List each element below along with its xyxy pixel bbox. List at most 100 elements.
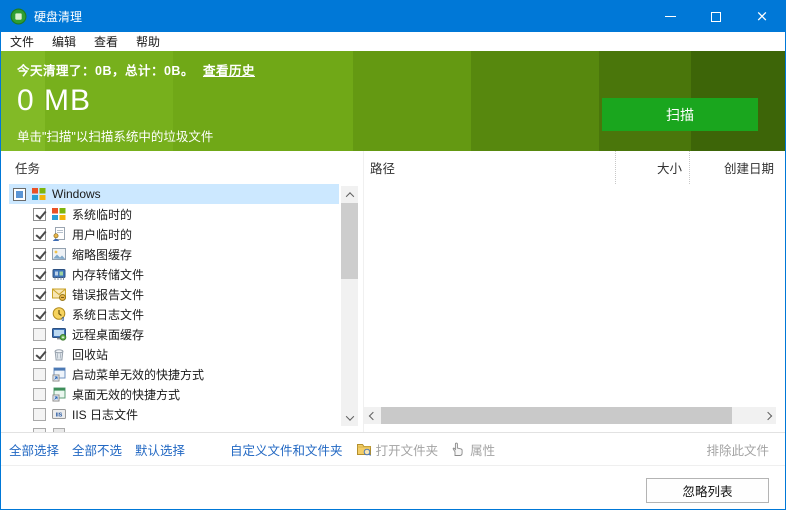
system-log-icon: 0 — [51, 306, 67, 322]
tree-item-user-temp[interactable]: 用户临时的 — [9, 224, 339, 244]
menu-file[interactable]: 文件 — [1, 32, 43, 51]
column-header-path[interactable]: 路径 — [364, 151, 615, 184]
list-horizontal-scrollbar[interactable] — [364, 407, 776, 424]
tree-item-label: 远程桌面缓存 — [72, 326, 144, 343]
checkbox-user-temp[interactable] — [33, 228, 46, 241]
tree-item-remote-desktop[interactable]: 远程桌面缓存 — [9, 324, 339, 344]
windows-logo-icon — [31, 186, 47, 202]
tree-item-iis-log[interactable]: IIS IIS 日志文件 — [9, 404, 339, 424]
tasks-header: 任务 — [9, 151, 358, 184]
scroll-up-button[interactable] — [341, 186, 358, 203]
minimize-icon — [665, 16, 676, 17]
tree-item-error-report[interactable]: 错误报告文件 — [9, 284, 339, 304]
maximize-button[interactable] — [693, 1, 739, 32]
tree-item-startmenu-shortcut[interactable]: 启动菜单无效的快捷方式 — [9, 364, 339, 384]
close-button[interactable]: × — [739, 1, 785, 32]
broken-shortcut-2-icon — [51, 386, 67, 402]
checkbox-desktop-shortcut[interactable] — [33, 388, 46, 401]
menu-edit[interactable]: 编辑 — [43, 32, 85, 51]
select-none-link[interactable]: 全部不选 — [72, 440, 122, 459]
svg-text:IIS: IIS — [56, 413, 63, 419]
tree-item-system-temp[interactable]: 系统临时的 — [9, 204, 339, 224]
iis-log-icon: IIS — [51, 406, 67, 422]
minimize-button[interactable] — [647, 1, 693, 32]
tree-item-memory-dump[interactable]: 内存转储文件 — [9, 264, 339, 284]
tree-item-system-log[interactable]: 0 系统日志文件 — [9, 304, 339, 324]
chevron-right-icon — [763, 411, 771, 419]
summary-banner: 今天清理了：0B，总计：0B。查看历史 0 MB 单击"扫描"以扫描系统中的垃圾… — [1, 51, 785, 151]
open-folder-label: 打开文件夹 — [376, 440, 439, 459]
menu-bar: 文件 编辑 查看 帮助 — [1, 32, 785, 51]
chevron-left-icon — [368, 411, 376, 419]
thumbnail-icon — [51, 246, 67, 262]
tree-item-windows[interactable]: Windows — [9, 184, 339, 204]
custom-files-link[interactable]: 自定义文件和文件夹 — [230, 440, 343, 459]
checkbox-windows[interactable] — [13, 188, 26, 201]
scroll-down-button[interactable] — [341, 409, 358, 426]
checkbox-error-report[interactable] — [33, 288, 46, 301]
chevron-down-icon — [345, 412, 353, 420]
properties-button[interactable]: 属性 — [450, 440, 495, 459]
tree-item-partial-row[interactable] — [9, 424, 339, 432]
menu-view[interactable]: 查看 — [85, 32, 127, 51]
tree-item-label: 内存转储文件 — [72, 266, 144, 283]
tree-item-label: 缩略图缓存 — [72, 246, 132, 263]
files-panel: 路径 大小 创建日期 — [363, 151, 777, 432]
column-header-size[interactable]: 大小 — [615, 151, 689, 184]
scroll-right-button[interactable] — [759, 407, 776, 424]
scan-button[interactable]: 扫描 — [602, 98, 758, 131]
tree-item-label: 桌面无效的快捷方式 — [72, 386, 180, 403]
scrollbar-thumb[interactable] — [381, 407, 732, 424]
menu-help[interactable]: 帮助 — [127, 32, 169, 51]
chevron-up-icon — [345, 192, 353, 200]
ignore-list-button[interactable]: 忽略列表 — [646, 478, 769, 503]
column-header-date[interactable]: 创建日期 — [689, 151, 777, 184]
close-icon: × — [756, 9, 769, 24]
open-folder-button[interactable]: 打开文件夹 — [356, 440, 439, 459]
maximize-icon — [711, 12, 721, 22]
tree-item-label: 回收站 — [72, 346, 108, 363]
tree-item-desktop-shortcut[interactable]: 桌面无效的快捷方式 — [9, 384, 339, 404]
tree-scrollbar[interactable] — [341, 186, 358, 426]
checkbox-memory-dump[interactable] — [33, 268, 46, 281]
tree-item-thumbnail-cache[interactable]: 缩略图缓存 — [9, 244, 339, 264]
selection-toolbar: 全部选择 全部不选 默认选择 自定义文件和文件夹 打开文件夹 属性 排除此文件 — [1, 432, 785, 465]
tree-item-label: 用户临时的 — [72, 226, 132, 243]
task-tree: Windows 系统临时的用户临时的缩略图缓存内存转储文件错误报告文件 0 系统日志文… — [9, 184, 358, 432]
user-file-icon — [51, 226, 67, 242]
cleaned-summary-text: 今天清理了：0B，总计：0B。 — [17, 64, 194, 78]
checkbox-thumbnail-cache[interactable] — [33, 248, 46, 261]
scroll-left-button[interactable] — [364, 407, 381, 424]
select-all-link[interactable]: 全部选择 — [9, 440, 59, 459]
window-controls: × — [647, 1, 785, 32]
checkbox-iis-log[interactable] — [33, 408, 46, 421]
folder-icon — [356, 441, 372, 457]
checkbox-recycle-bin[interactable] — [33, 348, 46, 361]
tree-item-label: IIS 日志文件 — [72, 406, 138, 423]
tree-item-label: 启动菜单无效的快捷方式 — [72, 366, 204, 383]
cleaned-summary: 今天清理了：0B，总计：0B。查看历史 — [17, 60, 785, 79]
exclude-file-button[interactable]: 排除此文件 — [706, 440, 769, 459]
tree-item-recycle-bin[interactable]: 回收站 — [9, 344, 339, 364]
generic-file-icon — [51, 426, 67, 432]
tasks-panel: 任务 Windows 系统临时的用户临时的缩略图缓存内存转储文件错误报告文件 0 系统… — [9, 151, 358, 432]
checkbox-partial-row[interactable] — [33, 428, 46, 433]
checkbox-system-temp[interactable] — [33, 208, 46, 221]
scrollbar-thumb[interactable] — [341, 203, 358, 279]
app-logo-icon — [10, 8, 27, 25]
file-list-empty — [364, 184, 777, 432]
tree-item-label: Windows — [52, 187, 101, 201]
recycle-bin-icon — [51, 346, 67, 362]
checkbox-system-log[interactable] — [33, 308, 46, 321]
view-history-link[interactable]: 查看历史 — [203, 64, 255, 78]
footer-bar: 忽略列表 — [1, 465, 785, 509]
default-select-link[interactable]: 默认选择 — [135, 440, 185, 459]
memory-chip-icon — [51, 266, 67, 282]
hand-pointer-icon — [450, 441, 466, 457]
window-title: 硬盘清理 — [34, 8, 82, 25]
main-content: 任务 Windows 系统临时的用户临时的缩略图缓存内存转储文件错误报告文件 0 系统… — [1, 151, 785, 432]
checkbox-remote-desktop[interactable] — [33, 328, 46, 341]
error-report-icon — [51, 286, 67, 302]
tree-item-label: 系统日志文件 — [72, 306, 144, 323]
checkbox-startmenu-shortcut[interactable] — [33, 368, 46, 381]
